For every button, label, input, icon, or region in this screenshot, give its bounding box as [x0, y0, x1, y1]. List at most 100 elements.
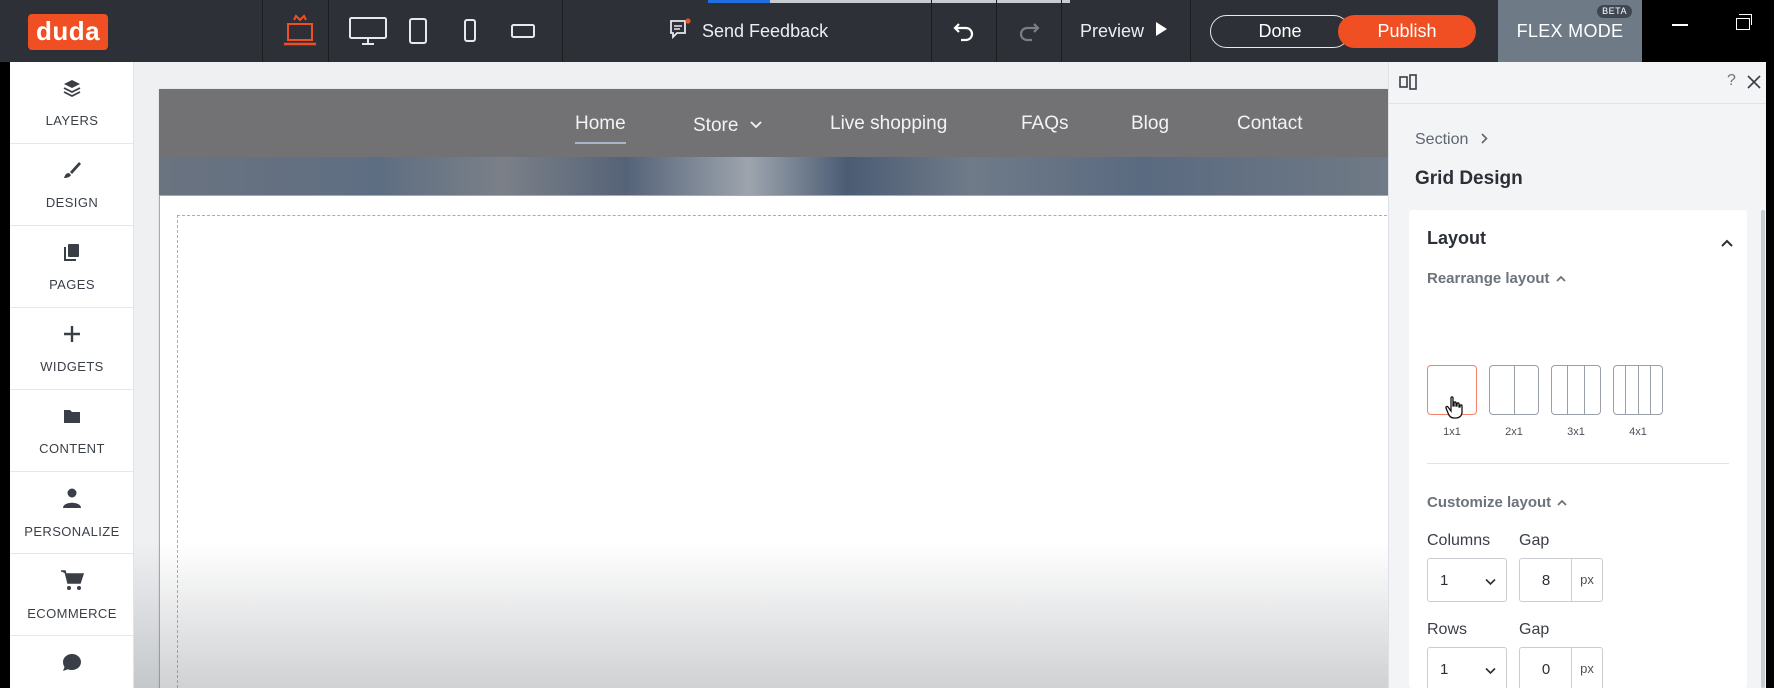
sidebar-item-label: LAYERS — [45, 112, 99, 128]
rows-label: Rows — [1427, 621, 1468, 638]
layout-option-label: 2x1 — [1505, 426, 1523, 438]
sidebar-item-pages[interactable]: PAGES — [10, 226, 134, 308]
person-icon — [62, 487, 82, 514]
panel-scrollbar[interactable] — [1761, 210, 1765, 688]
flex-mode-label: FLEX MODE — [1516, 21, 1624, 41]
preview-label: Preview — [1080, 20, 1145, 41]
sidebar-item-label: PAGES — [49, 276, 95, 292]
chat-icon — [61, 652, 83, 679]
layout-option-2x1[interactable] — [1489, 365, 1539, 415]
grid-design-panel: ? Section Grid Design Layout Rearrange l… — [1388, 62, 1766, 688]
hero-image — [159, 157, 1388, 195]
window-edge — [1766, 62, 1774, 688]
layout-option-label: 3x1 — [1567, 426, 1585, 438]
breadcrumb[interactable]: Section — [1415, 131, 1488, 149]
layers-icon — [62, 78, 82, 103]
row-gap-input[interactable]: 0 px — [1519, 647, 1603, 688]
column-gap-value: 8 — [1541, 572, 1551, 589]
feedback-icon — [668, 17, 692, 45]
sidebar-item-design[interactable]: DESIGN — [10, 144, 134, 226]
row-gap-unit[interactable]: px — [1571, 648, 1602, 688]
desktop-icon[interactable] — [344, 0, 392, 62]
columns-label: Columns — [1427, 532, 1491, 549]
sidebar-item-label: CONTENT — [39, 440, 105, 456]
chevron-down-icon — [1485, 573, 1496, 590]
editor-canvas[interactable]: Home Store Live shopping FAQs Blog Conta… — [134, 62, 1388, 688]
nav-link-live-shopping[interactable]: Live shopping — [830, 113, 947, 135]
column-gap-label: Gap — [1519, 532, 1550, 549]
toolbar-divider — [262, 0, 263, 62]
toolbar-divider — [1190, 0, 1191, 62]
plus-icon — [62, 324, 82, 349]
column-gap-unit[interactable]: px — [1571, 559, 1602, 601]
chevron-down-icon — [750, 113, 762, 135]
redo-icon[interactable] — [997, 0, 1061, 62]
rows-select[interactable]: 1 — [1427, 647, 1507, 688]
restore-icon[interactable] — [1736, 14, 1752, 30]
customize-layout-toggle[interactable]: Customize layout — [1427, 494, 1567, 511]
divider — [1427, 463, 1729, 464]
layout-option-label: 1x1 — [1443, 426, 1461, 438]
rows-value: 1 — [1440, 661, 1449, 678]
hand-cursor-icon — [1445, 396, 1465, 425]
nav-link-home[interactable]: Home — [575, 113, 626, 144]
tablet-landscape-icon[interactable] — [506, 0, 540, 62]
nav-link-blog[interactable]: Blog — [1131, 113, 1169, 135]
layout-section-title[interactable]: Layout — [1427, 228, 1486, 249]
column-gap-input[interactable]: 8 px — [1519, 558, 1603, 602]
minimize-icon[interactable] — [1672, 24, 1688, 26]
publish-button[interactable]: Publish — [1338, 15, 1476, 48]
sidebar-item-content[interactable]: CONTENT — [10, 390, 134, 472]
left-sidebar: LAYERS DESIGN PAGES WIDGETS CONTENT PERS… — [0, 62, 134, 688]
laptop-icon[interactable] — [272, 0, 328, 62]
sidebar-item-label: WIDGETS — [40, 358, 104, 374]
mobile-icon[interactable] — [454, 0, 486, 62]
grid-cell-outline[interactable] — [177, 215, 1388, 688]
tablet-icon[interactable] — [400, 0, 436, 62]
send-feedback-label: Send Feedback — [702, 20, 829, 41]
layout-card: Layout Rearrange layout 1x1 2x1 3x1 4x1 — [1409, 210, 1747, 688]
send-feedback-button[interactable]: Send Feedback — [668, 0, 828, 62]
sidebar-item-ecommerce[interactable]: ECOMMERCE — [10, 554, 134, 636]
toolbar-divider — [562, 0, 563, 62]
flex-mode-toggle[interactable]: FLEX MODE BETA — [1498, 0, 1642, 62]
breadcrumb-section[interactable]: Section — [1415, 131, 1468, 148]
layout-option-label: 4x1 — [1629, 426, 1647, 438]
nav-link-faqs[interactable]: FAQs — [1021, 113, 1069, 135]
sidebar-item-layers[interactable]: LAYERS — [10, 62, 134, 144]
active-nav-underline — [575, 142, 626, 144]
sidebar-item-chat[interactable] — [10, 636, 134, 688]
close-icon[interactable] — [1747, 75, 1761, 94]
nav-link-store[interactable]: Store — [693, 113, 762, 137]
sidebar-item-label: PERSONALIZE — [24, 523, 120, 539]
undo-icon[interactable] — [932, 0, 996, 62]
site-preview: Home Store Live shopping FAQs Blog Conta… — [159, 89, 1388, 688]
preview-button[interactable]: Preview — [1080, 0, 1168, 62]
chevron-right-icon — [1481, 131, 1488, 149]
help-icon[interactable]: ? — [1727, 72, 1736, 90]
chevron-down-icon — [1485, 662, 1496, 679]
chevron-up-icon — [1555, 275, 1566, 282]
sidebar-item-label: DESIGN — [45, 194, 99, 210]
layout-option-4x1[interactable] — [1613, 365, 1663, 415]
sidebar-item-personalize[interactable]: PERSONALIZE — [10, 472, 134, 554]
columns-value: 1 — [1440, 572, 1449, 589]
toolbar-divider — [1061, 0, 1062, 62]
top-toolbar: duda Send Feedback Preview Done Publish … — [0, 0, 1774, 62]
toolbar-divider — [328, 0, 329, 62]
duda-logo[interactable]: duda — [28, 14, 108, 50]
columns-select[interactable]: 1 — [1427, 558, 1507, 602]
panel-title: Grid Design — [1415, 168, 1523, 189]
rearrange-layout-toggle[interactable]: Rearrange layout — [1427, 270, 1566, 287]
chevron-up-icon[interactable] — [1721, 234, 1733, 252]
dock-panel-icon[interactable] — [1399, 74, 1417, 95]
brush-icon — [62, 160, 82, 185]
sidebar-item-label: ECOMMERCE — [27, 605, 117, 621]
pages-icon — [62, 242, 82, 267]
done-button[interactable]: Done — [1210, 15, 1350, 48]
nav-link-contact[interactable]: Contact — [1237, 113, 1302, 135]
row-gap-value: 0 — [1541, 661, 1551, 678]
sidebar-item-widgets[interactable]: WIDGETS — [10, 308, 134, 390]
layout-option-3x1[interactable] — [1551, 365, 1601, 415]
play-icon — [1154, 21, 1168, 42]
